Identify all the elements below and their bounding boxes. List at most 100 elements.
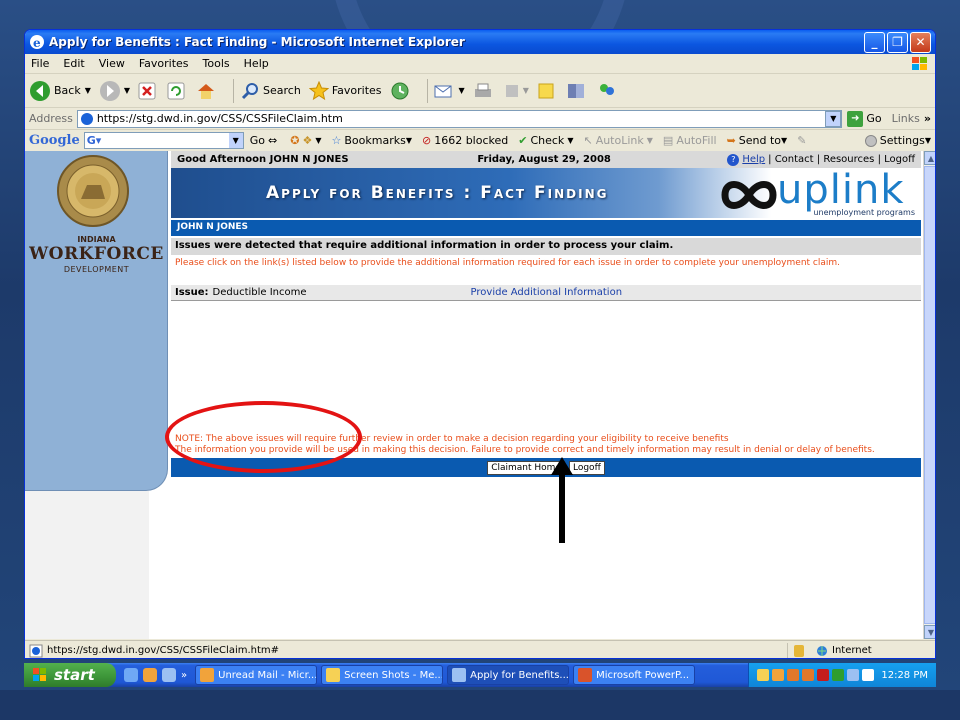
help-icon[interactable]: ? xyxy=(727,153,740,166)
favorites-button[interactable]: Favorites xyxy=(308,80,382,101)
top-nav-links[interactable]: | Contact | Resources | Logoff xyxy=(768,154,915,165)
google-settings-button[interactable]: Settings ▼ xyxy=(864,134,931,147)
back-arrow-icon xyxy=(30,80,50,101)
pen-icon[interactable]: ✎ xyxy=(797,134,806,147)
tray-outlook-icon[interactable] xyxy=(772,669,785,681)
page-status-icon xyxy=(29,644,43,657)
google-go-label: Go xyxy=(249,134,266,147)
quicklaunch-more-icon[interactable]: » xyxy=(181,670,187,681)
scroll-down-icon[interactable]: ▼ xyxy=(924,625,935,639)
pagerank-dropdown-icon[interactable]: ▼ xyxy=(315,136,321,145)
research-button[interactable] xyxy=(566,82,589,100)
check-label: Check xyxy=(530,134,565,147)
address-dropdown-icon[interactable]: ▼ xyxy=(825,110,842,127)
printer-icon xyxy=(474,83,491,97)
google-logo[interactable]: Google xyxy=(29,133,80,148)
autofill-button[interactable]: ▤ AutoFill xyxy=(663,134,717,147)
windows-flag-icon xyxy=(912,56,927,70)
maximize-button[interactable]: ❐ xyxy=(887,31,908,53)
history-button[interactable] xyxy=(390,81,413,101)
links-button[interactable]: Links xyxy=(892,112,920,125)
help-link[interactable]: Help xyxy=(742,154,765,165)
links-chevron-icon[interactable]: » xyxy=(924,112,931,125)
menu-view[interactable]: View xyxy=(99,57,125,70)
send-to-button[interactable]: ➥ Send to ▼ xyxy=(727,134,788,147)
menu-help[interactable]: Help xyxy=(244,57,269,70)
task-unread-mail[interactable]: Unread Mail - Micr... xyxy=(195,665,318,685)
task-screen-shots[interactable]: Screen Shots - Me... xyxy=(321,665,444,685)
menu-favorites[interactable]: Favorites xyxy=(139,57,189,70)
issue-value: Deductible Income xyxy=(212,287,307,298)
forward-button[interactable]: ▼ xyxy=(99,80,130,102)
mail-button[interactable]: ▼ xyxy=(434,82,465,100)
date-text: Friday, August 29, 2008 xyxy=(477,154,611,165)
pagerank-button[interactable]: ✪ ❖ ▼ xyxy=(290,134,321,147)
tray-app2-icon[interactable] xyxy=(802,669,815,681)
title-bar[interactable]: e Apply for Benefits : Fact Finding - Mi… xyxy=(25,30,935,54)
provide-info-link[interactable]: Provide Additional Information xyxy=(471,287,623,298)
back-dropdown-icon[interactable]: ▼ xyxy=(85,86,91,95)
notes-icon xyxy=(538,83,554,98)
go-button[interactable]: ➜ Go xyxy=(847,110,882,127)
messenger-icon xyxy=(599,83,614,95)
tray-green-icon[interactable] xyxy=(832,669,845,681)
back-label: Back xyxy=(54,84,81,97)
star-icon xyxy=(308,80,329,100)
scroll-thumb[interactable] xyxy=(924,166,935,624)
sendto-label: Send to xyxy=(738,134,782,147)
vertical-scrollbar[interactable]: ▲ ▼ xyxy=(923,151,935,639)
check-dropdown-icon: ▼ xyxy=(567,136,574,145)
google-go-button[interactable]: Go ⇔ xyxy=(250,134,280,147)
google-search-input[interactable]: G▾ ▼ xyxy=(83,132,244,149)
bookmarks-button[interactable]: ☆ Bookmarks ▼ xyxy=(331,134,412,147)
edit-dropdown-icon[interactable]: ▼ xyxy=(523,86,529,95)
minimize-button[interactable]: _ xyxy=(864,31,885,53)
autolink-icon: ↖ xyxy=(583,134,593,147)
issue-label: Issue: xyxy=(175,287,209,298)
ie-quicklaunch-icon[interactable] xyxy=(124,668,138,682)
start-button[interactable]: start xyxy=(24,663,116,687)
issues-header: Issues were detected that require additi… xyxy=(171,238,921,255)
address-input[interactable]: https://stg.dwd.in.gov/CSS/CSSFileClaim.… xyxy=(76,109,843,128)
task-powerpoint[interactable]: Microsoft PowerP... xyxy=(573,665,696,685)
menu-tools[interactable]: Tools xyxy=(203,57,230,70)
close-button[interactable]: ✕ xyxy=(910,31,931,53)
powerpoint-icon xyxy=(578,668,593,682)
notes-button[interactable] xyxy=(537,82,558,100)
media-quicklaunch-icon[interactable] xyxy=(162,668,176,682)
back-button[interactable]: Back ▼ xyxy=(29,80,91,102)
menu-edit[interactable]: Edit xyxy=(63,57,84,70)
scroll-up-icon[interactable]: ▲ xyxy=(924,151,935,165)
google-toolbar: Google G▾ ▼ Go ⇔ ✪ ❖ ▼ ☆ Bookmarks ▼ ⊘ 1… xyxy=(25,130,935,152)
print-button[interactable] xyxy=(473,82,496,100)
start-label: start xyxy=(54,666,95,684)
issue-row: Issue: Deductible Income Provide Additio… xyxy=(171,285,921,301)
tray-mcafee-icon[interactable] xyxy=(817,669,830,681)
home-button[interactable] xyxy=(196,81,219,101)
outlook-quicklaunch-icon[interactable] xyxy=(143,668,157,682)
blocked-count: 1662 blocked xyxy=(434,134,509,147)
tray-app-icon[interactable] xyxy=(787,669,800,681)
status-bar: https://stg.dwd.in.gov/CSS/CSSFileClaim.… xyxy=(25,640,935,658)
edit-button[interactable]: ▼ xyxy=(504,83,529,99)
tray-calendar-icon[interactable] xyxy=(862,669,875,681)
tray-network-icon[interactable] xyxy=(847,669,860,681)
mail-dropdown-icon[interactable]: ▼ xyxy=(459,86,465,95)
messenger-button[interactable] xyxy=(597,82,620,100)
stop-button[interactable] xyxy=(138,82,159,100)
autofill-label: AutoFill xyxy=(676,134,717,147)
menu-file[interactable]: File xyxy=(31,57,49,70)
search-button[interactable]: Search xyxy=(240,81,301,101)
task-label: Screen Shots - Me... xyxy=(344,669,444,681)
autolink-button[interactable]: ↖ AutoLink ▼ xyxy=(583,134,652,147)
clock[interactable]: 12:28 PM xyxy=(881,670,928,681)
popup-blocker-button[interactable]: ⊘ 1662 blocked xyxy=(422,134,508,147)
task-apply-benefits[interactable]: Apply for Benefits... xyxy=(447,665,570,685)
spellcheck-button[interactable]: ✔ Check ▼ xyxy=(518,134,573,147)
refresh-button[interactable] xyxy=(167,82,188,100)
stop-icon xyxy=(138,82,156,99)
tray-mail-icon[interactable] xyxy=(757,669,770,681)
google-search-dropdown-icon[interactable]: ▼ xyxy=(228,133,243,148)
sendto-dropdown-icon: ▼ xyxy=(781,136,788,145)
forward-dropdown-icon[interactable]: ▼ xyxy=(124,86,130,95)
